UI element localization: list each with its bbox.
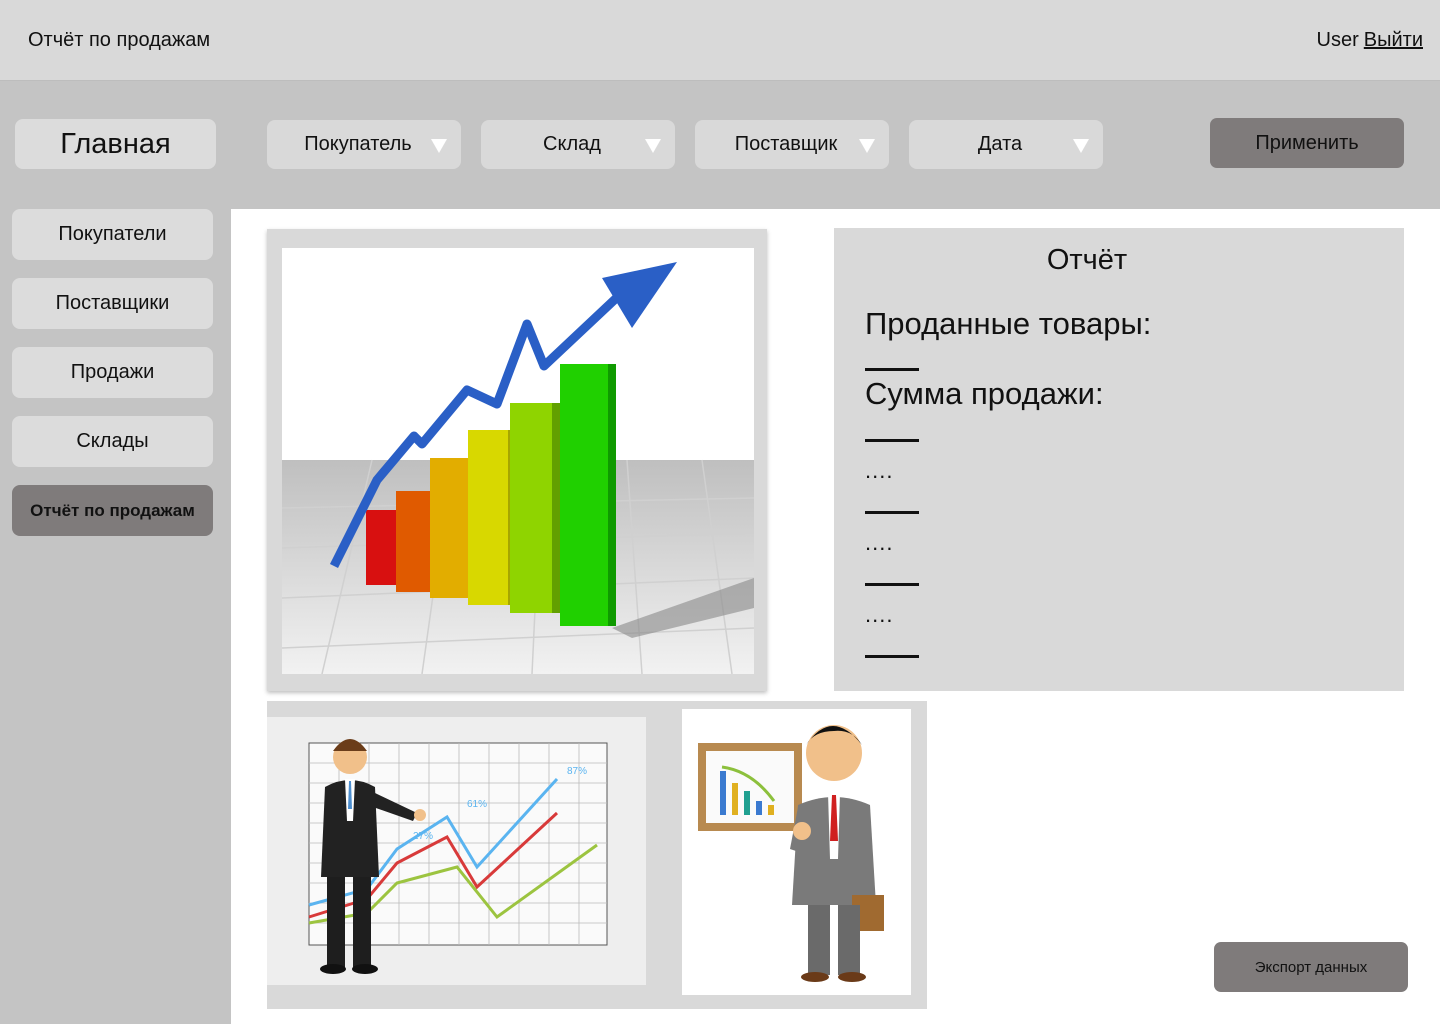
chart-label: 27% <box>413 831 433 842</box>
report-line <box>865 439 919 442</box>
user-name: User <box>1316 29 1359 51</box>
report-dots: .... <box>865 602 894 627</box>
filter-label: Дата <box>977 133 1023 155</box>
growth-chart-image-card <box>267 229 767 691</box>
filter-customer-dropdown[interactable]: Покупатель <box>267 120 461 169</box>
report-line <box>865 583 919 586</box>
filter-warehouse-dropdown[interactable]: Склад <box>481 120 675 169</box>
export-data-button[interactable]: Экспорт данных <box>1214 942 1408 992</box>
growth-chart-illustration <box>282 248 754 674</box>
sidebar-item-sales[interactable]: Продажи <box>12 347 213 398</box>
sold-items-label: Проданные товары: <box>865 306 1152 341</box>
sold-items-value <box>865 368 919 371</box>
chevron-down-icon <box>859 139 875 153</box>
report-title: Отчёт <box>1046 244 1128 276</box>
sidebar-item-sales-report[interactable]: Отчёт по продажам <box>12 485 213 536</box>
report-panel: Отчёт Проданные товары: Сумма продажи: .… <box>834 228 1404 691</box>
apply-button[interactable]: Применить <box>1210 118 1404 168</box>
chevron-down-icon <box>1073 139 1089 153</box>
sidebar-item-customers[interactable]: Покупатели <box>12 209 213 260</box>
sidebar-item-warehouses[interactable]: Склады <box>12 416 213 467</box>
app-title: Отчёт по продажам <box>28 29 211 51</box>
illustrations-panel: 27% 61% 87% <box>267 701 927 1009</box>
filter-label: Склад <box>543 133 601 155</box>
report-dots: .... <box>865 458 894 483</box>
chart-label: 87% <box>567 766 587 777</box>
filter-label: Покупатель <box>304 133 412 155</box>
chevron-down-icon <box>431 139 447 153</box>
report-line <box>865 655 919 658</box>
filter-label: Поставщик <box>734 133 838 155</box>
manager-illustration <box>682 709 911 995</box>
user-area: User Выйти <box>1317 29 1423 52</box>
sidebar-item-suppliers[interactable]: Поставщики <box>12 278 213 329</box>
home-button[interactable]: Главная <box>15 119 216 169</box>
filter-supplier-dropdown[interactable]: Поставщик <box>695 120 889 169</box>
top-bar: Отчёт по продажам User Выйти <box>0 0 1440 81</box>
sale-sum-label: Сумма продажи: <box>865 376 1104 411</box>
chevron-down-icon <box>645 139 661 153</box>
report-dots: .... <box>865 530 894 555</box>
filter-date-dropdown[interactable]: Дата <box>909 120 1103 169</box>
report-line <box>865 511 919 514</box>
logout-link[interactable]: Выйти <box>1364 29 1423 51</box>
presenter-chart-illustration: 27% 61% 87% <box>267 717 646 985</box>
chart-label: 61% <box>467 799 487 810</box>
